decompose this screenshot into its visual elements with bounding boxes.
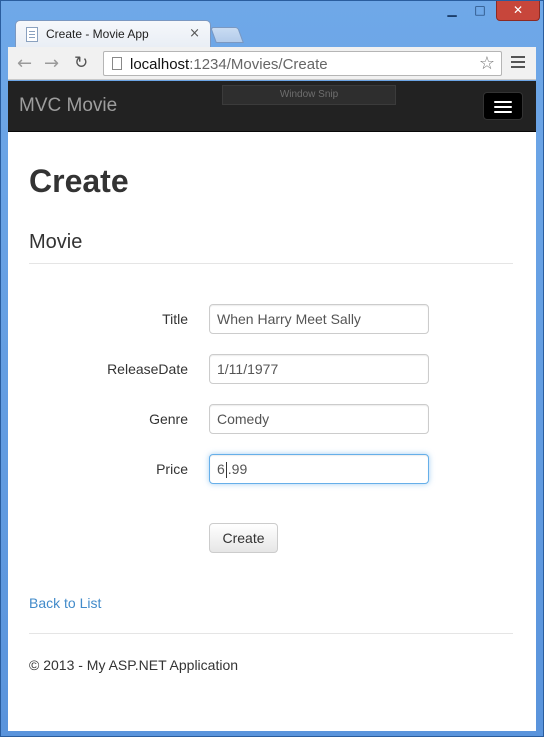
- title-label: Title: [162, 311, 188, 327]
- divider: [29, 633, 513, 634]
- url-path: :1234/Movies/Create: [189, 56, 328, 73]
- navbar: MVC Movie Window Snip: [8, 81, 536, 132]
- page-icon: [26, 27, 38, 42]
- browser-tab[interactable]: Create - Movie App ×: [15, 20, 211, 47]
- footer-text: © 2013 - My ASP.NET Application: [29, 657, 239, 673]
- bookmark-star-icon[interactable]: ☆: [479, 53, 495, 74]
- create-button[interactable]: Create: [209, 523, 278, 553]
- tab-title: Create - Movie App: [46, 27, 149, 41]
- brand-link[interactable]: MVC Movie: [19, 95, 117, 117]
- genre-label: Genre: [149, 411, 188, 427]
- title-input[interactable]: When Harry Meet Sally: [209, 304, 429, 334]
- price-label: Price: [156, 461, 188, 477]
- url-host: localhost: [130, 56, 190, 73]
- navbar-toggle-button[interactable]: [483, 92, 523, 120]
- price-value-end: .99: [227, 461, 248, 477]
- close-tab-icon[interactable]: ×: [189, 26, 200, 41]
- title-bar: Create - Movie App × ▁ □ ✕: [1, 1, 543, 47]
- close-window-button[interactable]: ✕: [496, 1, 540, 21]
- forward-button[interactable]: →: [44, 53, 59, 74]
- maximize-button[interactable]: □: [466, 1, 494, 21]
- minimize-button[interactable]: ▁: [438, 1, 466, 21]
- browser-toolbar: ← → ↻ localhost:1234/Movies/Create ☆: [8, 47, 536, 80]
- back-button[interactable]: ←: [17, 53, 32, 74]
- page-title: Create: [29, 163, 129, 199]
- browser-menu-icon[interactable]: [511, 56, 525, 68]
- reload-button[interactable]: ↻: [74, 53, 88, 73]
- price-value-start: 6: [217, 461, 225, 477]
- genre-input[interactable]: Comedy: [209, 404, 429, 434]
- section-title: Movie: [29, 231, 83, 253]
- address-bar[interactable]: localhost:1234/Movies/Create ☆: [103, 51, 502, 76]
- text-caret: [225, 462, 227, 479]
- back-to-list-link[interactable]: Back to List: [29, 595, 101, 611]
- price-input[interactable]: 6.99: [209, 454, 429, 484]
- browser-window: Create - Movie App × ▁ □ ✕ ← → ↻ localho…: [0, 0, 544, 737]
- page-icon: [112, 57, 122, 70]
- window-snip-overlay: Window Snip: [222, 85, 396, 105]
- divider: [29, 263, 513, 264]
- url-text[interactable]: localhost:1234/Movies/Create: [130, 56, 328, 73]
- page-viewport: MVC Movie Window Snip Create Movie Title…: [8, 81, 536, 731]
- release-date-input[interactable]: 1/11/1977: [209, 354, 429, 384]
- release-date-label: ReleaseDate: [107, 361, 188, 377]
- new-tab-button[interactable]: [210, 27, 244, 43]
